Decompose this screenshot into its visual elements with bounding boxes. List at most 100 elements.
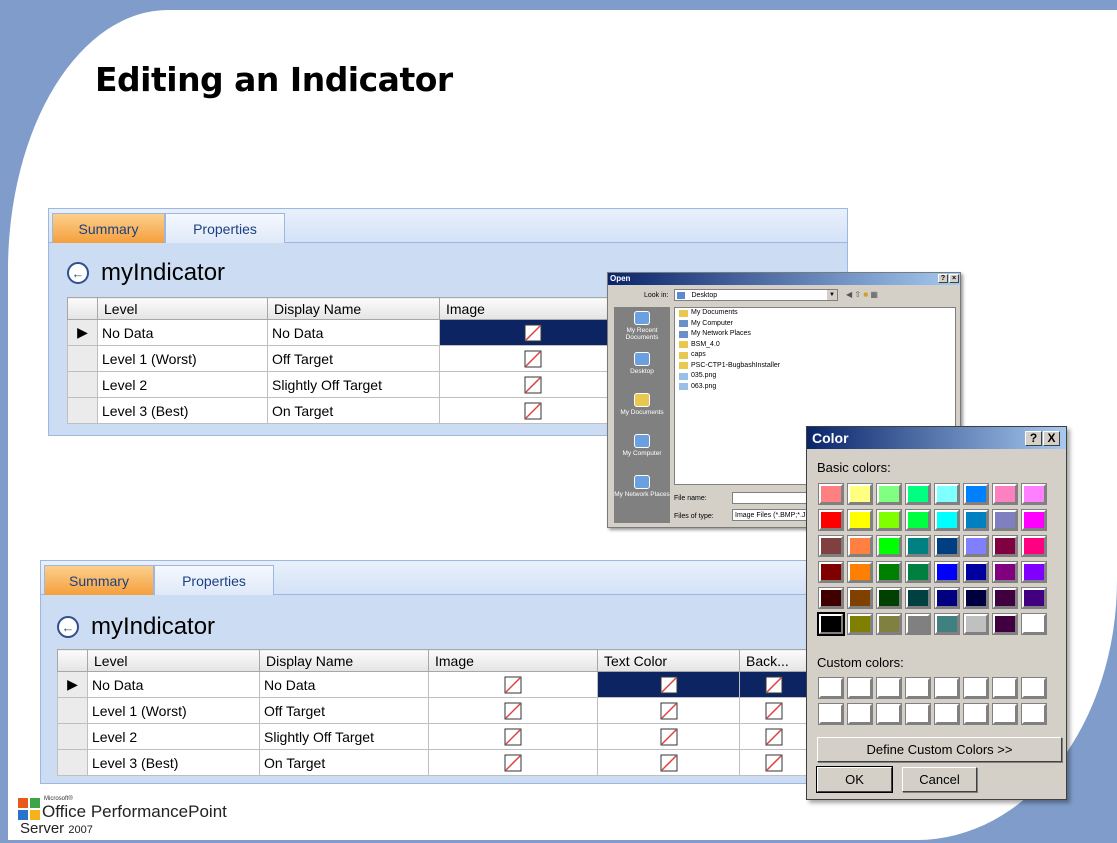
up-folder-icon[interactable]: ⇧ <box>854 290 861 299</box>
list-item[interactable]: My Computer <box>675 319 955 330</box>
look-in-dropdown[interactable]: Desktop ▼ <box>674 289 838 301</box>
color-swatch[interactable] <box>818 587 844 609</box>
background-color-cell[interactable] <box>739 697 809 724</box>
table-row[interactable]: Level 2 Slightly Off Target <box>57 723 809 750</box>
color-swatch[interactable] <box>1021 587 1047 609</box>
custom-color-swatch[interactable] <box>847 677 873 699</box>
table-row[interactable]: Level 2 Slightly Off Target <box>67 371 627 398</box>
level-cell[interactable]: No Data <box>97 319 268 346</box>
column-header-level[interactable]: Level <box>87 649 260 672</box>
custom-color-swatch[interactable] <box>876 677 902 699</box>
list-item[interactable]: My Documents <box>675 308 955 319</box>
color-swatch[interactable] <box>876 587 902 609</box>
color-swatch[interactable] <box>963 535 989 557</box>
level-cell[interactable]: Level 3 (Best) <box>87 749 260 776</box>
views-icon[interactable]: ▦ <box>870 290 878 299</box>
list-item[interactable]: 035.png <box>675 371 955 382</box>
row-selector[interactable] <box>57 697 88 724</box>
image-cell[interactable] <box>439 345 627 372</box>
custom-color-swatch[interactable] <box>1021 677 1047 699</box>
level-cell[interactable]: Level 2 <box>87 723 260 750</box>
color-swatch[interactable] <box>818 561 844 583</box>
color-swatch[interactable] <box>963 613 989 635</box>
list-item[interactable]: caps <box>675 350 955 361</box>
cancel-button[interactable]: Cancel <box>902 767 977 792</box>
level-cell[interactable]: Level 1 (Worst) <box>97 345 268 372</box>
text-color-cell[interactable] <box>597 723 740 750</box>
image-cell[interactable] <box>428 697 598 724</box>
list-item[interactable]: 063.png <box>675 382 955 393</box>
tab-properties[interactable]: Properties <box>154 565 274 595</box>
color-swatch[interactable] <box>934 613 960 635</box>
place-my-documents[interactable]: My Documents <box>614 389 670 430</box>
back-icon[interactable]: ◀ <box>846 290 852 299</box>
custom-color-swatch[interactable] <box>818 703 844 725</box>
color-swatch[interactable] <box>1021 561 1047 583</box>
color-swatch[interactable] <box>934 483 960 505</box>
column-header-image[interactable]: Image <box>439 297 627 320</box>
color-swatch[interactable] <box>934 561 960 583</box>
close-button[interactable]: X <box>1043 431 1060 446</box>
custom-color-swatch[interactable] <box>847 703 873 725</box>
display-name-cell[interactable]: On Target <box>267 397 440 424</box>
color-swatch[interactable] <box>992 535 1018 557</box>
color-swatch[interactable] <box>905 561 931 583</box>
table-row[interactable]: Level 1 (Worst) Off Target <box>67 345 627 372</box>
color-swatch[interactable] <box>847 587 873 609</box>
color-swatch[interactable] <box>1021 509 1047 531</box>
text-color-cell[interactable] <box>597 749 740 776</box>
place-desktop[interactable]: Desktop <box>614 348 670 389</box>
color-swatch[interactable] <box>992 509 1018 531</box>
color-swatch[interactable] <box>992 561 1018 583</box>
color-swatch[interactable] <box>905 535 931 557</box>
list-item[interactable]: PSC-CTP1-BugbashInstaller <box>675 361 955 372</box>
custom-color-swatch[interactable] <box>1021 703 1047 725</box>
custom-color-swatch[interactable] <box>992 703 1018 725</box>
color-swatch[interactable] <box>963 509 989 531</box>
custom-color-swatch[interactable] <box>963 703 989 725</box>
color-swatch[interactable] <box>818 483 844 505</box>
file-name-field[interactable] <box>732 492 812 504</box>
custom-color-swatch[interactable] <box>905 677 931 699</box>
custom-color-swatch[interactable] <box>818 677 844 699</box>
column-header-display-name[interactable]: Display Name <box>259 649 429 672</box>
custom-color-swatch[interactable] <box>934 677 960 699</box>
background-color-cell[interactable] <box>739 749 809 776</box>
display-name-cell[interactable]: No Data <box>259 671 429 698</box>
place-recent-documents[interactable]: My Recent Documents <box>614 307 670 348</box>
color-swatch[interactable] <box>963 561 989 583</box>
color-swatch[interactable] <box>876 483 902 505</box>
color-swatch[interactable] <box>905 613 931 635</box>
display-name-cell[interactable]: On Target <box>259 749 429 776</box>
text-color-cell[interactable] <box>597 697 740 724</box>
row-selector[interactable] <box>57 749 88 776</box>
display-name-cell[interactable]: Slightly Off Target <box>259 723 429 750</box>
ok-button[interactable]: OK <box>816 766 893 793</box>
files-of-type-dropdown[interactable]: Image Files (*.BMP;*.JPG <box>732 509 812 521</box>
color-swatch[interactable] <box>992 587 1018 609</box>
color-swatch[interactable] <box>847 483 873 505</box>
color-swatch[interactable] <box>847 535 873 557</box>
define-custom-colors-button[interactable]: Define Custom Colors >> <box>817 737 1062 762</box>
image-cell[interactable] <box>439 397 627 424</box>
place-my-computer[interactable]: My Computer <box>614 430 670 471</box>
display-name-cell[interactable]: No Data <box>267 319 440 346</box>
level-cell[interactable]: Level 2 <box>97 371 268 398</box>
list-item[interactable]: My Network Places <box>675 329 955 340</box>
level-cell[interactable]: Level 3 (Best) <box>97 397 268 424</box>
color-swatch[interactable] <box>847 613 873 635</box>
color-swatch[interactable] <box>876 613 902 635</box>
row-selector[interactable] <box>57 723 88 750</box>
back-arrow-icon[interactable]: ← <box>57 616 79 638</box>
color-swatch[interactable] <box>818 509 844 531</box>
color-swatch[interactable] <box>934 535 960 557</box>
column-header-level[interactable]: Level <box>97 297 268 320</box>
color-swatch[interactable] <box>905 587 931 609</box>
image-cell[interactable] <box>428 749 598 776</box>
color-swatch[interactable] <box>1021 613 1047 635</box>
help-button[interactable]: ? <box>1025 431 1042 446</box>
color-swatch[interactable] <box>1021 535 1047 557</box>
custom-color-swatch[interactable] <box>992 677 1018 699</box>
table-row[interactable]: ▶ No Data No Data <box>57 671 809 698</box>
custom-color-swatch[interactable] <box>876 703 902 725</box>
